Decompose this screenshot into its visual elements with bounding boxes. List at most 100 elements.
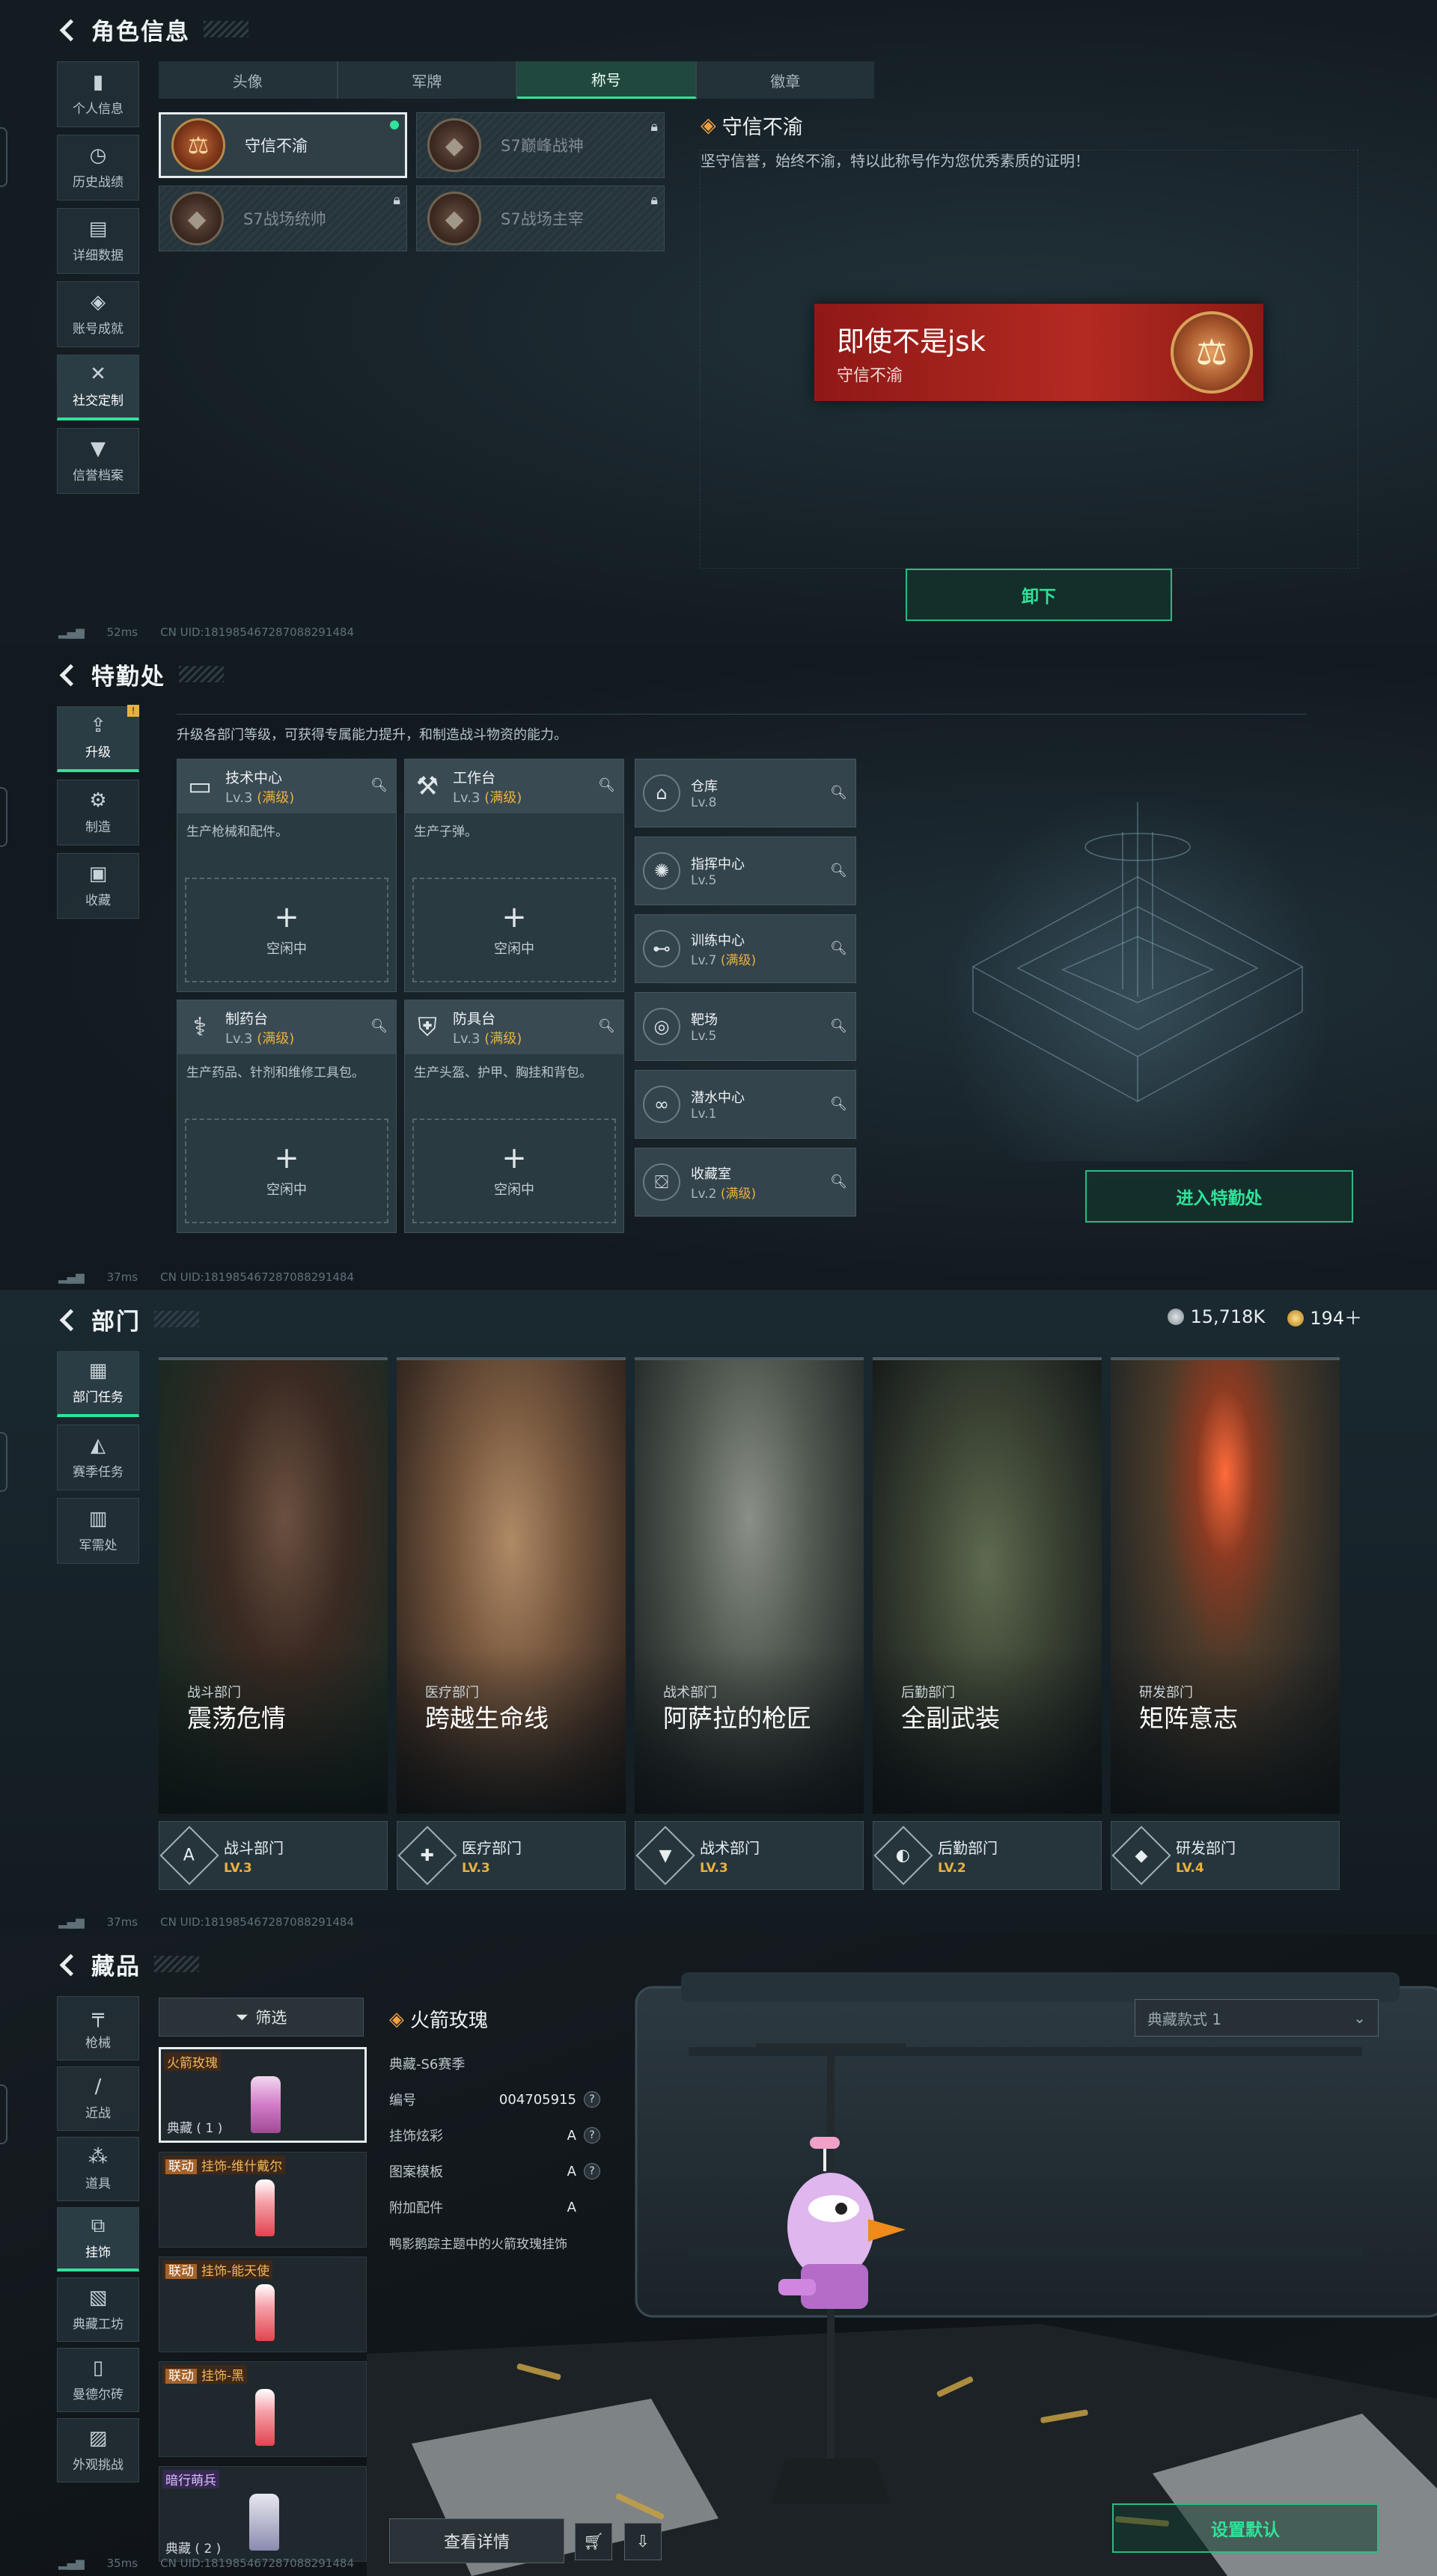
unequip-button[interactable]: 卸下 [906,569,1172,621]
sidebar-item-achievements[interactable]: ◈ 账号成就 [57,281,139,347]
edge-handle[interactable] [0,787,7,847]
craft-slot[interactable]: + 空闲中 [412,1119,616,1223]
scales-medal-icon: ⚖ [171,118,225,172]
sidebar-item-melee[interactable]: ∕ 近战 [57,2066,139,2131]
search-icon[interactable]: 🔍︎ [370,1018,388,1036]
question-icon[interactable]: ? [584,2163,600,2179]
charm-card[interactable]: 联动 挂饰-黑 [159,2361,367,2457]
department-card-medical[interactable]: 医疗部门 跨越生命线 [397,1357,626,1814]
question-icon[interactable]: ? [584,2091,600,2108]
sidebar-item-collect[interactable]: ▣ 收藏 [57,853,139,919]
room-dive[interactable]: ∞ 潜水中心 Lv.1 🔍︎ [635,1070,856,1139]
facility-card[interactable]: ⚒ 工作台 Lv.3 (满级) 🔍︎ 生产子弹。 + 空闲中 [404,759,624,992]
room-range[interactable]: ◎ 靶场 Lv.5 🔍︎ [635,992,856,1061]
charm-count: 典藏 ( 2 ) [165,2542,222,2557]
edge-handle[interactable] [0,2084,7,2144]
search-icon[interactable]: 🔍︎ [830,1096,848,1114]
style-select[interactable]: 典藏款式 1 ⌄ [1135,1999,1379,2037]
search-icon[interactable]: 🔍︎ [598,777,616,795]
sidebar-item-quartermaster[interactable]: ▥ 军需处 [57,1498,139,1564]
title-card[interactable]: ◆ S7战场主宰 🔒︎ [416,186,665,251]
tab-title[interactable]: 称号 [517,61,697,99]
title-card[interactable]: ◆ S7战场统帅 🔒︎ [159,186,407,251]
edge-handle[interactable] [0,127,7,187]
sidebar-label: 个人信息 [73,101,123,117]
sidebar-item-credit[interactable]: ▼ 信誉档案 [57,428,139,494]
title-card[interactable]: ◆ S7巅峰战神 🔒︎ [416,112,665,178]
tab-avatar[interactable]: 头像 [159,61,338,99]
facility-card[interactable]: ▭ 技术中心 Lv.3 (满级) 🔍︎ 生产枪械和配件。 + 空闲中 [177,759,397,992]
room-training[interactable]: ⊷ 训练中心 Lv.7 (满级) 🔍︎ [635,914,856,983]
question-icon[interactable]: ? [584,2127,600,2144]
search-icon[interactable]: 🔍︎ [370,777,388,795]
back-arrow-icon[interactable] [58,1953,78,1975]
currency-gold[interactable]: 194＋ [1287,1303,1362,1330]
charm-card[interactable]: 联动 挂饰-维什戴尔 [159,2152,367,2248]
search-icon[interactable]: 🔍︎ [830,1018,848,1036]
search-icon[interactable]: 🔍︎ [830,940,848,958]
sidebar-item-guns[interactable]: ╤ 枪械 [57,1996,139,2061]
dept-level-bar[interactable]: A 战斗部门 LV.3 [159,1821,388,1890]
search-icon[interactable]: 🔍︎ [830,1174,848,1192]
set-default-button[interactable]: 设置默认 [1112,2503,1379,2553]
logistics-dept-icon: ◐ [873,1826,933,1885]
sidebar-item-social[interactable]: ✕ 社交定制 [57,355,139,420]
charm-card[interactable]: 暗行萌兵 典藏 ( 2 ) [159,2466,367,2562]
sidebar-item-history[interactable]: ◷ 历史战绩 [57,135,139,201]
dept-level-bar[interactable]: ◆ 研发部门 LV.4 [1111,1821,1340,1890]
sidebar-item-mandel[interactable]: ▯ 曼德尔砖 [57,2348,139,2412]
charm-card[interactable]: 联动 挂饰-能天使 [159,2257,367,2352]
craft-slot[interactable]: + 空闲中 [185,878,388,982]
tab-badge[interactable]: 徽章 [697,61,875,99]
tab-bar: 头像 军牌 称号 徽章 [159,61,874,99]
search-icon[interactable]: 🔍︎ [830,863,848,881]
sidebar-item-profile[interactable]: ▮ 个人信息 [57,61,139,127]
facility-card[interactable]: ⚕ 制药台 Lv.3 (满级) 🔍︎ 生产药品、针剂和维修工具包。 + 空闲中 [177,1000,397,1233]
sidebar-item-props[interactable]: ⁂ 道具 [57,2137,139,2201]
charm-card[interactable]: 火箭玫瑰 典藏 ( 1 ) [159,2047,367,2143]
back-arrow-icon[interactable] [58,18,78,40]
sidebar-item-workshop[interactable]: ▧ 典藏工坊 [57,2277,139,2342]
craft-slot[interactable]: + 空闲中 [412,878,616,982]
facility-desc: 生产枪械和配件。 [186,824,288,839]
facility-card[interactable]: ⛨ 防具台 Lv.3 (满级) 🔍︎ 生产头盔、护甲、胸挂和背包。 + 空闲中 [404,1000,624,1233]
craft-slot[interactable]: + 空闲中 [185,1119,388,1223]
gold-amount: 194＋ [1310,1308,1362,1329]
filter-button[interactable]: ⏷ 筛选 [159,1998,364,2037]
medal-icon: ◈ [91,290,106,313]
department-card-logistics[interactable]: 后勤部门 全副武装 [873,1357,1102,1814]
uid: CN UID:181985467287088291484 [160,1915,355,1929]
sidebar-item-season-tasks[interactable]: ◭ 赛季任务 [57,1425,139,1490]
title-card[interactable]: ⚖ 守信不渝 [159,112,407,178]
back-arrow-icon[interactable] [58,1308,78,1330]
view-details-button[interactable]: 查看详情 [389,2518,564,2563]
enter-special-ops-button[interactable]: 进入特勤处 [1085,1170,1353,1223]
medical-dept-icon: ✚ [397,1826,457,1885]
department-card-research[interactable]: 研发部门 矩阵意志 [1111,1357,1340,1814]
download-icon[interactable]: ⇩ [624,2523,662,2560]
edge-handle[interactable] [0,1432,7,1492]
sidebar-item-charms[interactable]: ⧉ 挂饰 [57,2207,139,2271]
sidebar-item-challenge[interactable]: ▨ 外观挑战 [57,2418,139,2482]
sidebar-item-details[interactable]: ▤ 详细数据 [57,208,139,274]
chevron-down-icon: ⌄ [1353,2009,1366,2027]
tab-dogtag[interactable]: 军牌 [338,61,517,99]
dept-level-bar[interactable]: ✚ 医疗部门 LV.3 [397,1821,626,1890]
search-icon[interactable]: 🔍︎ [830,785,848,803]
funnel-icon: ⏷ [235,2007,248,2026]
sidebar-item-craft[interactable]: ⚙ 制造 [57,780,139,845]
gun-icon: ╤ [92,2004,104,2028]
department-card-tactical[interactable]: 战术部门 阿萨拉的枪匠 [635,1357,864,1814]
room-collection[interactable]: ⛋ 收藏室 Lv.2 (满级) 🔍︎ [635,1148,856,1217]
dept-level-bar[interactable]: ◐ 后勤部门 LV.2 [873,1821,1102,1890]
cart-icon[interactable]: 🛒︎ [575,2523,612,2560]
sidebar-item-dept-tasks[interactable]: ▦ 部门任务 [57,1351,139,1417]
back-arrow-icon[interactable] [58,663,78,685]
dept-level-bar[interactable]: ▼ 战术部门 LV.3 [635,1821,864,1890]
facility-level: Lv.3 [225,1030,253,1047]
search-icon[interactable]: 🔍︎ [598,1018,616,1036]
room-warehouse[interactable]: ⌂ 仓库 Lv.8 🔍︎ [635,759,856,827]
detail-row: 图案模板 A? [389,2162,629,2181]
department-card-combat[interactable]: 战斗部门 震荡危情 [159,1357,388,1814]
room-command[interactable]: ✺ 指挥中心 Lv.5 🔍︎ [635,836,856,905]
